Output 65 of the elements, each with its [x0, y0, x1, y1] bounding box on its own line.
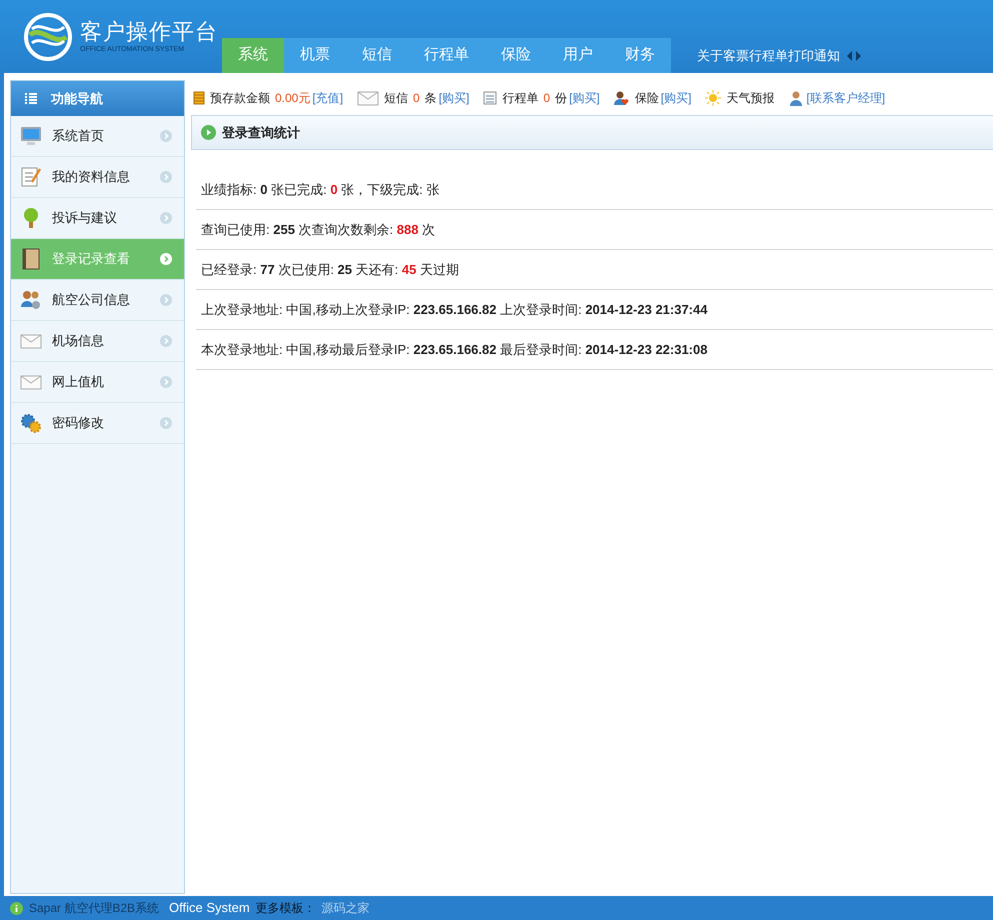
book-icon — [20, 248, 42, 270]
toolbar-unit: 份 — [555, 90, 568, 106]
toolbar-value: 0 — [543, 90, 550, 106]
nav-tab[interactable]: 行程单 — [408, 38, 485, 73]
nav-tab[interactable]: 系统 — [222, 38, 284, 73]
stat-line: 查询已使用: 255 次查询次数剩余: 888 次 — [201, 220, 436, 239]
chevron-icon — [160, 130, 172, 142]
app-title: 客户操作平台 — [80, 18, 218, 44]
sidebar-item[interactable]: 网上值机 — [11, 362, 184, 403]
toolbar-unit: 条 — [424, 90, 437, 106]
chevron-icon — [160, 376, 172, 388]
list-icon — [25, 93, 37, 104]
sidebar-title: 功能导航 — [51, 90, 103, 108]
sun-icon — [705, 90, 722, 106]
nav-tab[interactable]: 用户 — [547, 38, 609, 73]
chevron-icon — [160, 212, 172, 224]
chevron-icon — [160, 417, 172, 429]
stat-line: 本次登录地址: 中国,移动最后登录IP: 223.65.166.82 最后登录时间: 2014-12-23 22:31:08 — [201, 340, 708, 359]
gears-icon — [20, 412, 42, 434]
sidebar-item[interactable]: 密码修改 — [11, 403, 184, 444]
coins-icon — [191, 90, 205, 104]
chevron-icon — [160, 253, 172, 265]
sidebar-item[interactable]: 机场信息 — [11, 321, 184, 362]
toolbar-link[interactable]: [购买] — [569, 88, 600, 106]
stat-line: 上次登录地址: 中国,移动上次登录IP: 223.65.166.82 上次登录时间: 2014-12-23 21:37:44 — [201, 300, 708, 319]
toolbar-link[interactable]: [联系客户经理] — [806, 88, 886, 106]
toolbar-label: 短信 — [384, 90, 408, 106]
footer-more-label: 更多模板： — [256, 900, 316, 917]
nav-tab[interactable]: 保险 — [485, 38, 547, 73]
footer-more-link[interactable]: 源码之家 — [322, 899, 370, 917]
notepad-icon — [20, 166, 42, 188]
toolbar-value: 0 — [413, 90, 420, 106]
toolbar-value: 0.00元 — [275, 90, 310, 106]
monitor-icon — [20, 125, 42, 147]
sidebar-item[interactable]: 我的资料信息 — [11, 157, 184, 198]
toolbar-label: 天气预报 — [726, 90, 774, 106]
footer-system: Sapar 航空代理B2B系统 — [29, 900, 160, 917]
footer-product: Office System — [169, 899, 250, 918]
people-icon — [20, 289, 42, 311]
toolbar-label: 预存款金额 — [210, 90, 270, 106]
chevron-icon — [160, 335, 172, 347]
toolbar-link[interactable]: [购买] — [438, 88, 470, 106]
stat-line: 已经登录: 77 次已使用: 25 天还有: 45 天过期 — [201, 260, 459, 279]
notice-text[interactable]: 关于客票行程单打印通知 — [697, 46, 840, 66]
info-icon — [10, 902, 23, 914]
sidebar-item[interactable]: 系统首页 — [11, 116, 184, 157]
toolbar-link[interactable]: [购买] — [660, 88, 692, 106]
nav-tab[interactable]: 短信 — [346, 38, 408, 73]
toolbar-link[interactable]: [充值] — [312, 88, 344, 106]
nav-tab[interactable]: 机票 — [284, 38, 346, 73]
play-icon — [201, 125, 216, 140]
person-heart-icon — [614, 90, 630, 106]
toolbar-label: 保险 — [634, 90, 659, 106]
person-icon — [788, 90, 804, 106]
logo-icon — [24, 12, 72, 60]
panel-title: 登录查询统计 — [222, 124, 300, 142]
scroll-arrows-icon[interactable] — [846, 50, 862, 60]
chevron-icon — [160, 171, 172, 183]
sidebar-item[interactable]: 登录记录查看 — [11, 239, 184, 280]
chevron-icon — [160, 294, 172, 306]
document-icon — [483, 90, 498, 104]
toolbar-label: 行程单 — [502, 90, 538, 106]
sidebar-item[interactable]: 航空公司信息 — [11, 280, 184, 321]
nav-tab[interactable]: 财务 — [609, 38, 671, 73]
stat-line: 业绩指标: 0 张已完成: 0 张，下级完成: 张 — [201, 180, 440, 199]
